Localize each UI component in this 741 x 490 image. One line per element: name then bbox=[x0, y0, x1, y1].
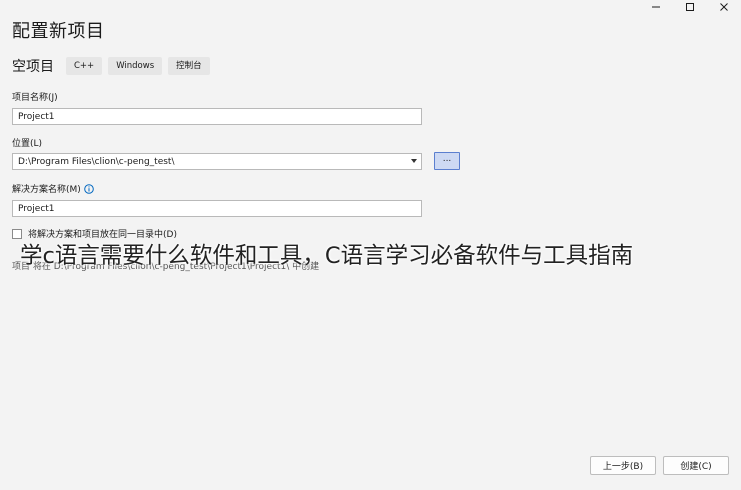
same-directory-checkbox[interactable] bbox=[12, 228, 22, 239]
maximize-icon bbox=[686, 3, 694, 11]
minimize-icon bbox=[652, 6, 660, 8]
browse-button[interactable]: ... bbox=[434, 152, 460, 170]
create-button[interactable]: 创建(C) bbox=[663, 456, 729, 475]
project-name-label: 项目名称(J) bbox=[12, 93, 58, 103]
page-title: 配置新项目 bbox=[12, 21, 105, 42]
maximize-button[interactable] bbox=[673, 0, 707, 14]
location-select[interactable]: D:\Program Files\clion\c-peng_test\ bbox=[12, 153, 422, 170]
minimize-button[interactable] bbox=[639, 0, 673, 14]
project-name-value: Project1 bbox=[18, 111, 55, 122]
project-name-input[interactable]: Project1 bbox=[12, 108, 422, 125]
template-tag-platform: Windows bbox=[108, 57, 163, 75]
template-name: 空项目 bbox=[12, 59, 54, 75]
chevron-down-icon[interactable] bbox=[411, 159, 417, 164]
location-value: D:\Program Files\clion\c-peng_test\ bbox=[18, 156, 175, 167]
solution-name-label-row: 解决方案名称(M) bbox=[12, 182, 94, 195]
template-header: 空项目 C++ Windows 控制台 bbox=[12, 56, 216, 76]
info-icon[interactable] bbox=[83, 184, 94, 194]
template-tag-type: 控制台 bbox=[168, 57, 210, 75]
window-controls bbox=[639, 0, 741, 14]
solution-name-input[interactable]: Project1 bbox=[12, 200, 422, 217]
template-tag-language: C++ bbox=[66, 57, 103, 75]
location-label: 位置(L) bbox=[12, 139, 43, 149]
close-icon bbox=[720, 3, 728, 11]
back-button[interactable]: 上一步(B) bbox=[590, 456, 656, 475]
solution-name-label: 解决方案名称(M) bbox=[12, 185, 81, 195]
solution-name-value: Project1 bbox=[18, 203, 55, 214]
close-button[interactable] bbox=[707, 0, 741, 14]
overlay-caption: 学c语言需要什么软件和工具，C语言学习必备软件与工具指南 bbox=[20, 243, 634, 269]
